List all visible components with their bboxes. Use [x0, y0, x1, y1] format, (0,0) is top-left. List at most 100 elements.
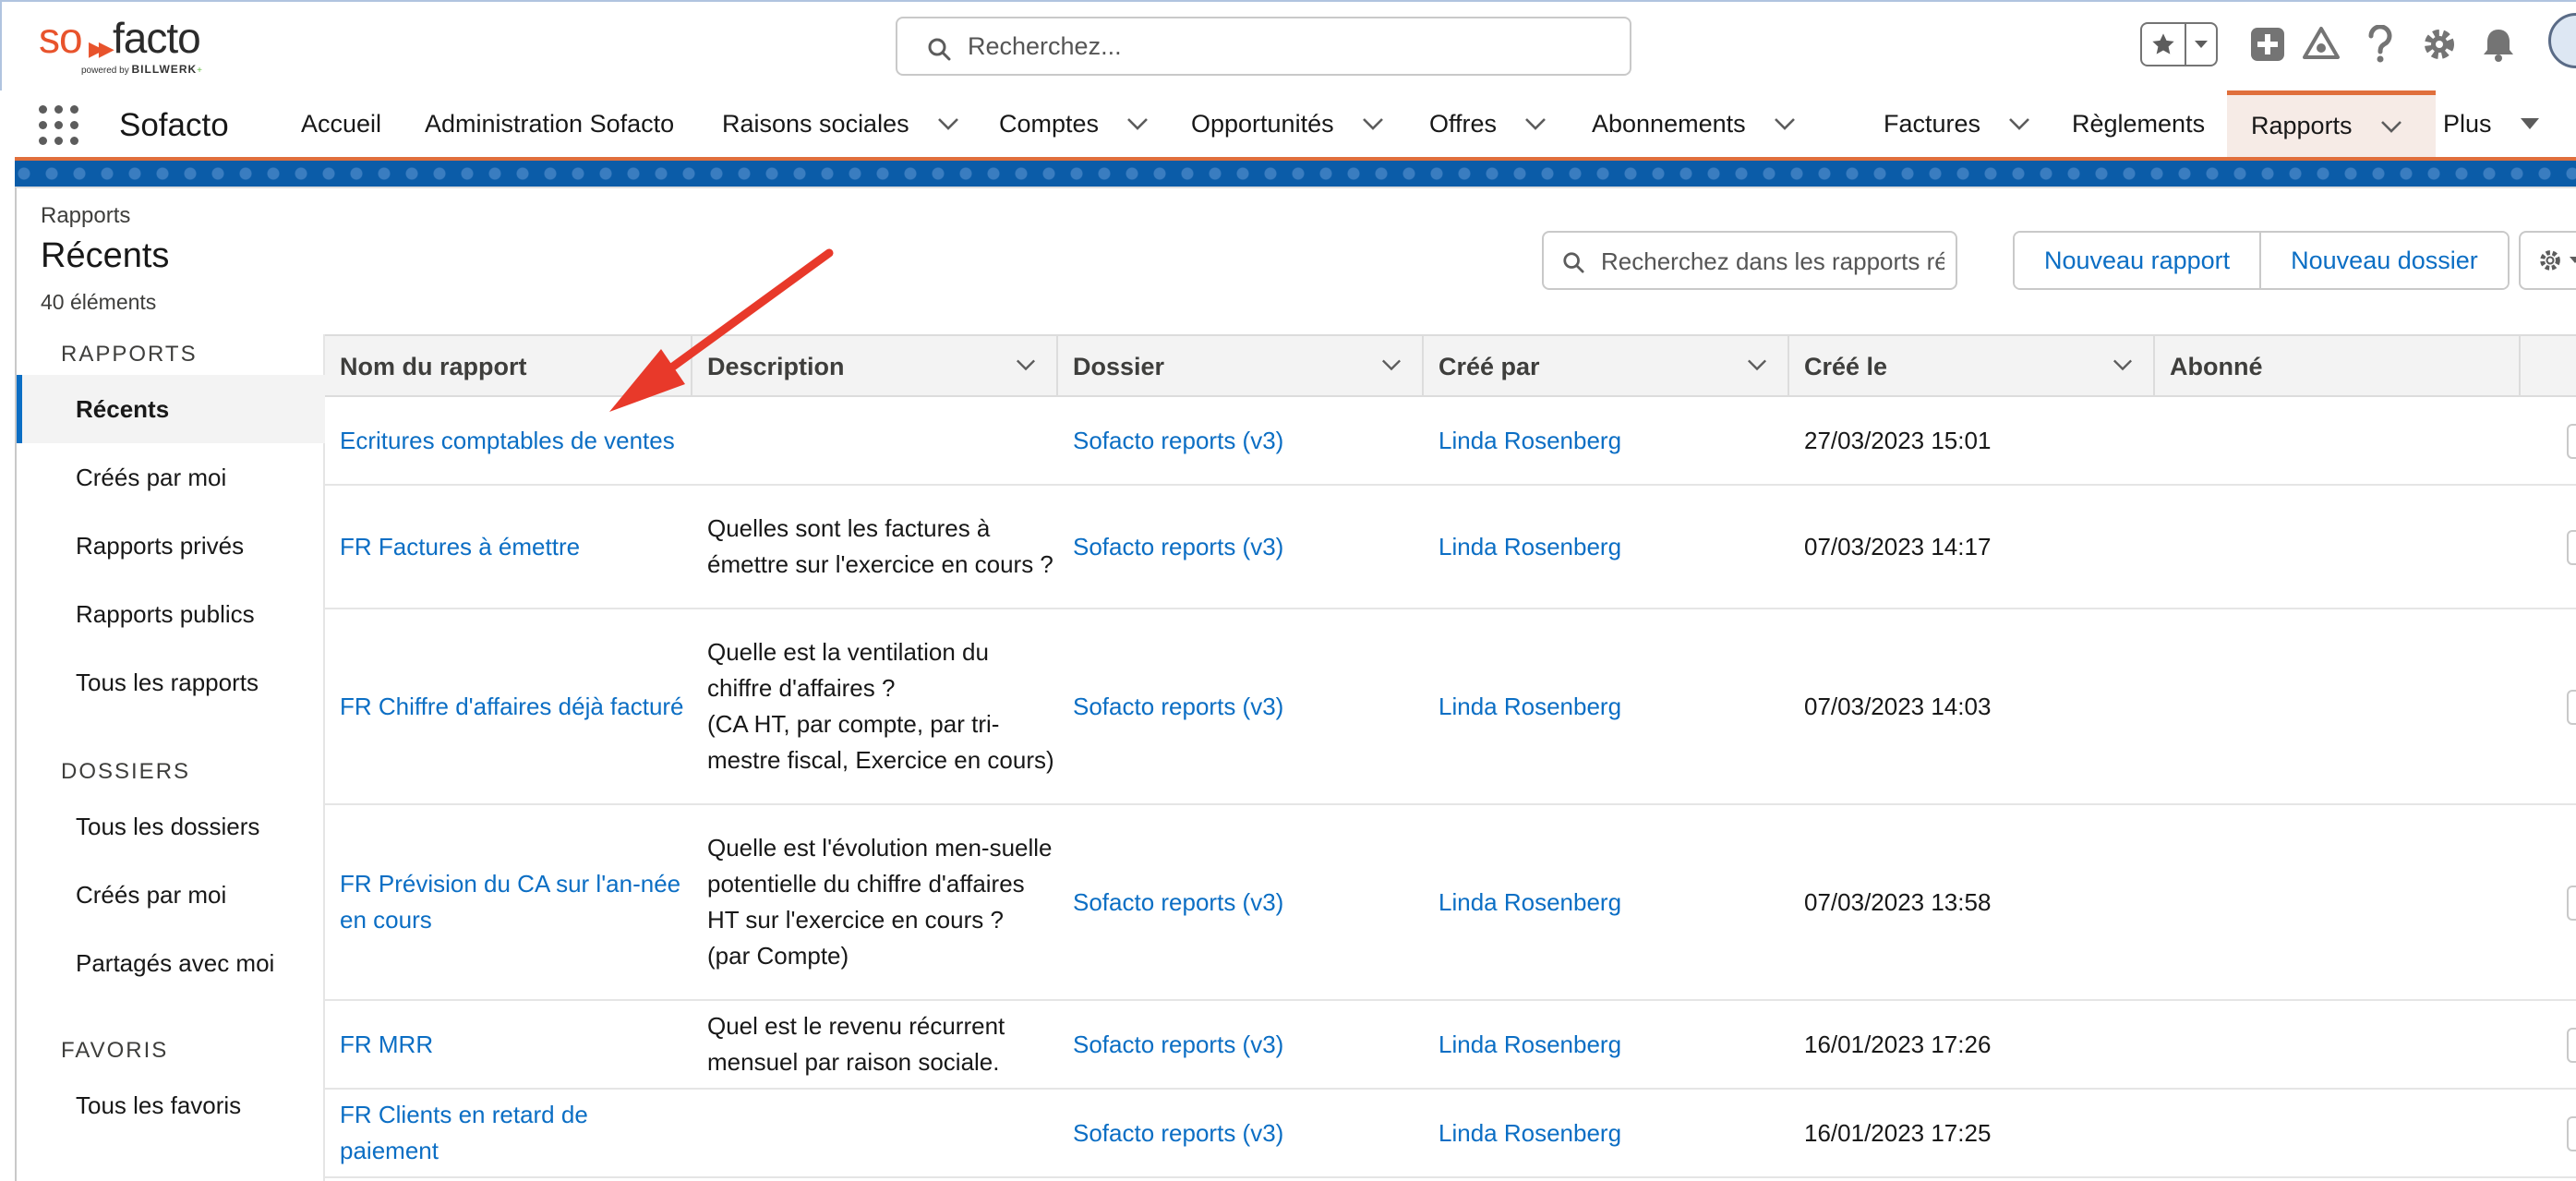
column-header-cree-le[interactable]: Créé le [1789, 336, 2155, 397]
report-name-link[interactable]: Ecritures comptables de ventes [325, 397, 692, 484]
report-folder-link[interactable]: Sofacto reports (v3) [1058, 1001, 1424, 1088]
report-name-link[interactable]: FR MRR [325, 1001, 692, 1088]
chevron-down-icon[interactable] [1126, 117, 1149, 130]
report-creator-link[interactable]: Linda Rosenberg [1424, 397, 1789, 484]
nav-item-administration[interactable]: Administration Sofacto [425, 90, 674, 157]
global-search-input[interactable] [968, 28, 1614, 65]
new-folder-button[interactable]: Nouveau dossier [2259, 233, 2508, 288]
chevron-down-icon[interactable] [2380, 120, 2402, 133]
report-creator-link[interactable]: Linda Rosenberg [1424, 486, 1789, 608]
sidebar-heading-rapports: RAPPORTS [61, 342, 198, 367]
caret-down-icon[interactable] [2520, 117, 2540, 130]
chevron-down-icon[interactable] [1362, 117, 1384, 130]
list-settings-button[interactable] [2519, 231, 2576, 290]
chevron-down-icon[interactable] [2113, 358, 2133, 371]
chevron-down-icon[interactable] [1381, 358, 1402, 371]
decorative-banner [15, 161, 2576, 187]
column-header-abonne[interactable]: Abonné [2155, 336, 2521, 397]
sidebar-heading-favoris: FAVORIS [61, 1038, 169, 1063]
avatar[interactable] [2548, 13, 2576, 68]
reports-search-input[interactable] [1601, 244, 1944, 279]
report-subscribed [2155, 1090, 2521, 1176]
report-description [692, 397, 1058, 484]
nav-item-abonnements[interactable]: Abonnements [1592, 90, 1796, 157]
nav-item-plus[interactable]: Plus [2443, 90, 2540, 157]
row-actions-button[interactable] [2567, 690, 2576, 725]
sidebar-item-dossiers-crees-par-moi[interactable]: Créés par moi [17, 861, 325, 929]
item-count: 40 éléments [41, 290, 157, 314]
row-actions-button[interactable] [2567, 424, 2576, 459]
chevron-down-icon[interactable] [2008, 117, 2030, 130]
sidebar-item-tous-les-dossiers[interactable]: Tous les dossiers [17, 792, 325, 861]
row-actions-button[interactable] [2567, 1116, 2576, 1151]
report-name-link[interactable]: FR Prévision du CA sur l'an-née en cours [325, 805, 692, 999]
add-icon[interactable] [2247, 24, 2288, 65]
logo-facto: facto [113, 14, 201, 62]
row-actions-button[interactable] [2567, 530, 2576, 565]
nav-item-factures[interactable]: Factures [1884, 90, 2030, 157]
global-header: so ▶▶ facto powered by BILLWERK+ [0, 0, 2576, 90]
report-created-date: 07/03/2023 14:03 [1804, 692, 1992, 720]
table-header: Nom du rapport Description Dossier Créé … [325, 334, 2576, 397]
column-header-description[interactable]: Description [692, 336, 1058, 397]
report-folder-link[interactable]: Sofacto reports (v3) [1058, 1090, 1424, 1176]
app-launcher-icon[interactable] [39, 105, 79, 146]
report-created-date: 16/01/2023 17:26 [1804, 1030, 1992, 1058]
logo-so: so [39, 14, 83, 62]
report-name-link[interactable]: FR Chiffre d'affaires déjà facturé [325, 609, 692, 803]
bell-icon[interactable] [2478, 24, 2519, 65]
report-creator-link[interactable]: Linda Rosenberg [1424, 805, 1789, 999]
trailhead-icon[interactable] [2301, 24, 2341, 65]
report-name-link[interactable]: FR Clients en retard de paiement [325, 1090, 692, 1176]
column-header-dossier[interactable]: Dossier [1058, 336, 1424, 397]
sidebar-item-partages-avec-moi[interactable]: Partagés avec moi [17, 929, 325, 997]
action-button-group: Nouveau rapport Nouveau dossier [2013, 231, 2510, 290]
sidebar-item-rapports-publics[interactable]: Rapports publics [17, 580, 325, 648]
new-report-button[interactable]: Nouveau rapport [2015, 233, 2260, 288]
sidebar-item-tous-les-rapports[interactable]: Tous les rapports [17, 648, 325, 717]
sidebar-item-rapports-prives[interactable]: Rapports privés [17, 512, 325, 580]
chevron-down-icon[interactable] [1747, 358, 1767, 371]
report-folder-link[interactable]: Sofacto reports (v3) [1058, 805, 1424, 999]
report-folder-link[interactable]: Sofacto reports (v3) [1058, 609, 1424, 803]
caret-down-icon [2570, 257, 2576, 263]
nav-item-rapports[interactable]: Rapports [2227, 90, 2436, 157]
report-description: Quelles sont les factures à émettre sur … [707, 514, 1053, 578]
chevron-down-icon[interactable] [650, 358, 670, 371]
report-name-link[interactable]: FR Factures à émettre [325, 486, 692, 608]
report-folder-link[interactable]: Sofacto reports (v3) [1058, 486, 1424, 608]
sidebar-item-recents[interactable]: Récents [17, 375, 325, 443]
favorites-button-group[interactable] [2140, 22, 2218, 66]
reports-panel: Rapports Récents 40 éléments Nouveau rap… [15, 187, 2576, 1181]
reports-search[interactable] [1542, 231, 1957, 290]
gear-icon[interactable] [2419, 24, 2460, 65]
column-header-nom[interactable]: Nom du rapport [325, 336, 692, 397]
row-actions-button[interactable] [2567, 886, 2576, 921]
nav-item-comptes[interactable]: Comptes [999, 90, 1149, 157]
sofacto-logo[interactable]: so ▶▶ facto powered by BILLWERK+ [39, 17, 242, 78]
nav-item-offres[interactable]: Offres [1429, 90, 1547, 157]
chevron-down-icon[interactable] [2186, 24, 2216, 65]
chevron-down-icon[interactable] [1524, 117, 1547, 130]
report-creator-link[interactable]: Linda Rosenberg [1424, 1090, 1789, 1176]
nav-item-raisons-sociales[interactable]: Raisons sociales [722, 90, 959, 157]
report-creator-link[interactable]: Linda Rosenberg [1424, 609, 1789, 803]
sidebar-item-crees-par-moi[interactable]: Créés par moi [17, 443, 325, 512]
app-navigation: Sofacto Accueil Administration Sofacto R… [15, 90, 2576, 161]
sidebar-item-tous-les-favoris[interactable]: Tous les favoris [17, 1071, 325, 1139]
chevron-down-icon[interactable] [1016, 358, 1036, 371]
chevron-down-icon[interactable] [937, 117, 959, 130]
row-actions-button[interactable] [2567, 1028, 2576, 1063]
help-icon[interactable] [2360, 24, 2401, 65]
report-creator-link[interactable]: Linda Rosenberg [1424, 1001, 1789, 1088]
breadcrumb[interactable]: Rapports [41, 203, 130, 229]
report-description: Quel est le revenu récurrent mensuel par… [707, 1012, 1005, 1076]
global-search[interactable] [896, 17, 1631, 76]
star-icon[interactable] [2142, 24, 2186, 65]
chevron-down-icon[interactable] [1774, 117, 1796, 130]
report-folder-link[interactable]: Sofacto reports (v3) [1058, 397, 1424, 484]
nav-item-accueil[interactable]: Accueil [301, 90, 381, 157]
report-description: Quelle est la ventilation du chiffre d'a… [707, 638, 1054, 774]
nav-item-opportunites[interactable]: Opportunités [1191, 90, 1384, 157]
column-header-cree-par[interactable]: Créé par [1424, 336, 1789, 397]
